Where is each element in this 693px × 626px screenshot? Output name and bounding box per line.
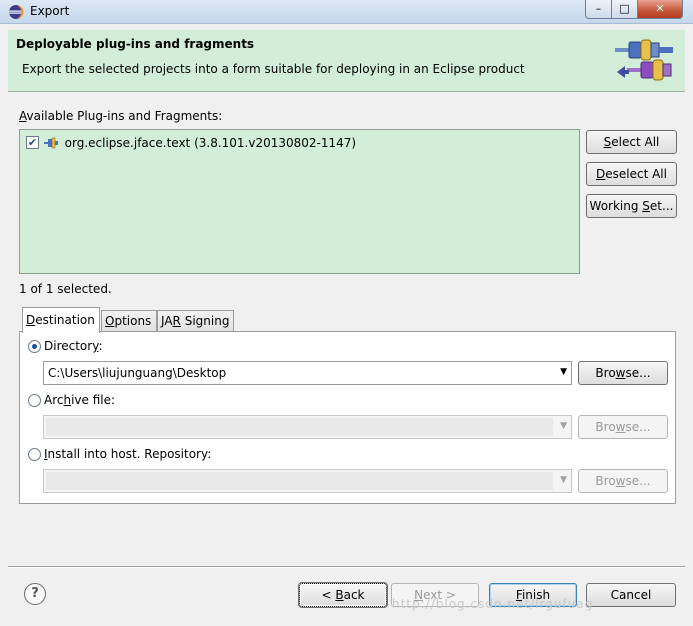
maximize-button[interactable]: □ bbox=[611, 0, 638, 19]
selection-status: 1 of 1 selected. bbox=[19, 282, 112, 296]
help-icon[interactable]: ? bbox=[24, 583, 46, 605]
archive-label: Archive file: bbox=[44, 393, 116, 407]
repository-label: Install into host. Repository: bbox=[44, 447, 212, 461]
dropdown-arrow-icon[interactable]: ▼ bbox=[560, 475, 567, 485]
header-title: Deployable plug-ins and fragments bbox=[16, 37, 255, 51]
working-set-button[interactable]: Working Set... bbox=[586, 194, 677, 218]
repository-combo[interactable]: ▼ bbox=[43, 469, 572, 493]
plugin-checkbox[interactable]: ✔ bbox=[26, 136, 39, 149]
window-title: Export bbox=[30, 4, 70, 18]
list-item[interactable]: ✔ org.eclipse.jface.text (3.8.101.v20130… bbox=[26, 135, 356, 151]
archive-radio[interactable] bbox=[28, 394, 41, 407]
plugins-list[interactable]: ✔ org.eclipse.jface.text (3.8.101.v20130… bbox=[19, 129, 580, 274]
directory-radio[interactable] bbox=[28, 340, 41, 353]
eclipse-icon bbox=[9, 5, 24, 19]
directory-combo[interactable]: C:\Users\liujunguang\Desktop ▼ bbox=[43, 361, 572, 385]
watermark: http://blog.csdn.net/lrgufuag bbox=[392, 597, 594, 611]
wizard-header: Deployable plug-ins and fragments Export… bbox=[8, 30, 685, 92]
minimize-button[interactable]: – bbox=[585, 0, 612, 19]
browse-archive-button[interactable]: Browse... bbox=[578, 415, 668, 439]
header-description: Export the selected projects into a form… bbox=[22, 62, 525, 76]
available-plugins-label: Available Plug-ins and Fragments: bbox=[19, 109, 223, 123]
repository-radio[interactable] bbox=[28, 448, 41, 461]
plug-ins-banner-icon bbox=[615, 39, 673, 81]
tab-jar-signing[interactable]: JAR Signing bbox=[157, 310, 234, 332]
plugin-icon bbox=[43, 137, 58, 148]
cancel-button[interactable]: Cancel bbox=[586, 583, 676, 607]
footer-separator bbox=[8, 566, 685, 568]
deselect-all-button[interactable]: Deselect All bbox=[586, 162, 677, 186]
close-button[interactable]: ✕ bbox=[637, 0, 683, 19]
dropdown-arrow-icon[interactable]: ▼ bbox=[560, 367, 567, 377]
select-all-button[interactable]: Select All bbox=[586, 130, 677, 154]
browse-repository-button[interactable]: Browse... bbox=[578, 469, 668, 493]
archive-combo[interactable]: ▼ bbox=[43, 415, 572, 439]
tab-options[interactable]: Options bbox=[101, 310, 157, 332]
title-bar[interactable]: Export – □ ✕ bbox=[0, 0, 693, 24]
directory-path: C:\Users\liujunguang\Desktop bbox=[48, 366, 227, 380]
tab-destination[interactable]: Destination bbox=[22, 307, 100, 333]
back-button[interactable]: < Back bbox=[298, 582, 388, 608]
directory-label: Directory: bbox=[44, 339, 103, 353]
plugin-label: org.eclipse.jface.text (3.8.101.v2013080… bbox=[64, 135, 357, 150]
browse-directory-button[interactable]: Browse... bbox=[578, 361, 668, 385]
dropdown-arrow-icon[interactable]: ▼ bbox=[560, 421, 567, 431]
